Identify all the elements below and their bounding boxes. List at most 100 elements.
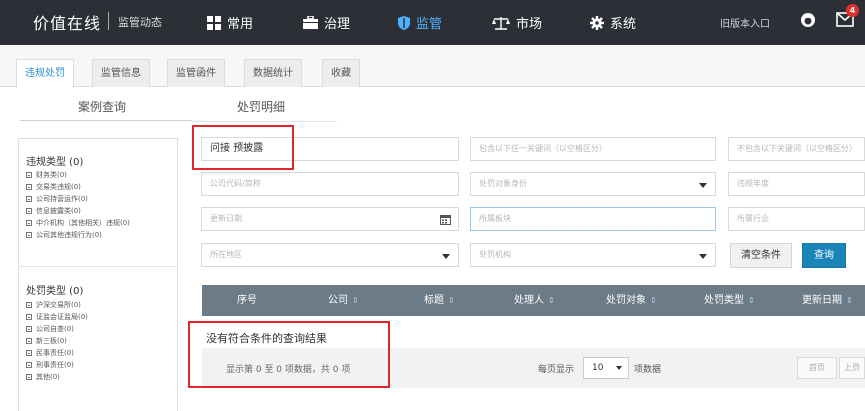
gear-icon: [590, 15, 604, 30]
penalty-object-placeholder: 处罚对象身份: [479, 179, 527, 188]
violation-year-select[interactable]: 违规年度: [728, 172, 865, 196]
expand-icon: [26, 302, 32, 308]
category-item[interactable]: 中介机构（其他相关）违规(0): [26, 218, 130, 228]
chevron-down-icon: [699, 254, 707, 259]
subtab-active-underline: [20, 120, 192, 121]
sort-icon: ⇕: [748, 296, 755, 305]
agency-placeholder: 处罚机构: [479, 250, 511, 259]
scale-icon: [492, 16, 510, 30]
nav-label: 常用: [227, 17, 254, 32]
nav-label: 监管: [416, 17, 443, 32]
tab-statistics[interactable]: 数据统计: [244, 59, 302, 87]
clear-filters-button[interactable]: 清空条件: [730, 243, 792, 268]
category-item[interactable]: 刑事责任(0): [26, 360, 74, 370]
nav-label: 治理: [324, 17, 351, 32]
region-select[interactable]: 所在地区: [201, 243, 459, 267]
category-item[interactable]: 其他(0): [26, 372, 60, 382]
expand-icon: [26, 208, 32, 214]
per-page-select[interactable]: 10: [583, 357, 629, 379]
expand-icon: [26, 220, 32, 226]
include-keywords-input[interactable]: 包含以下任一关键词（以空格区分）: [470, 137, 716, 161]
exclude-keywords-input[interactable]: 不包含以下关键词（以空格区分）: [728, 137, 865, 161]
column-header-title[interactable]: 标题 ⇕: [424, 285, 455, 316]
category-item[interactable]: 公司持营运作(0): [26, 194, 88, 204]
violation-type-title: 违规类型 (0): [26, 157, 84, 168]
nav-label: 市场: [516, 17, 543, 32]
category-item[interactable]: 民事责任(0): [26, 348, 74, 358]
expand-icon: [26, 172, 32, 178]
expand-icon: [26, 184, 32, 190]
nav-item-supervision[interactable]: 监管: [398, 0, 442, 45]
penalty-object-select[interactable]: 处罚对象身份: [470, 172, 716, 196]
update-date-placeholder: 更新日期: [210, 214, 242, 223]
update-date-input[interactable]: 更新日期: [201, 207, 459, 231]
per-page-label: 每页显示: [538, 365, 575, 375]
user-icon[interactable]: [800, 12, 816, 28]
tab-supervision-info[interactable]: 监管信息: [92, 59, 150, 87]
column-header-index[interactable]: 序号: [237, 285, 257, 316]
category-item[interactable]: 信息披露类(0): [26, 206, 81, 216]
module-tabbar: 违规处罚 监管信息 监管函件 数据统计 收藏: [0, 45, 865, 88]
region-placeholder: 所在地区: [210, 250, 242, 259]
old-version-link[interactable]: 旧版本入口: [720, 15, 770, 30]
agency-select[interactable]: 处罚机构: [470, 243, 716, 267]
previous-page-button[interactable]: 上页: [839, 357, 865, 379]
expand-icon: [26, 196, 32, 202]
search-button[interactable]: 查询: [802, 243, 846, 268]
category-panel: 违规类型 (0) 财务类(0) 交易类违规(0) 公司持营运作(0) 信息披露类…: [18, 138, 178, 411]
annotation-box-keyword: [192, 125, 294, 170]
top-navbar: 价值在线 监管动态 常用 治理 监管 市场 系统 旧版本入口 4: [0, 0, 865, 45]
nav-item-common[interactable]: 常用: [207, 0, 253, 45]
category-item[interactable]: 沪深交易所(0): [26, 300, 81, 310]
briefcase-icon: [303, 16, 318, 29]
panel-divider: [19, 266, 177, 267]
per-page-suffix: 项数据: [634, 365, 662, 375]
tab-supervision-letters[interactable]: 监管函件: [167, 59, 225, 87]
brand-subtitle: 监管动态: [118, 16, 162, 29]
nav-item-market[interactable]: 市场: [492, 0, 542, 45]
first-page-button[interactable]: 首页: [797, 357, 837, 379]
category-item[interactable]: 交易类违规(0): [26, 182, 81, 192]
nav-item-governance[interactable]: 治理: [303, 0, 350, 45]
subtab-case-query[interactable]: 案例查询: [78, 98, 126, 115]
annotation-box-empty-result: [188, 321, 390, 388]
expand-icon: [26, 232, 32, 238]
penalty-type-title: 处罚类型 (0): [26, 286, 84, 297]
expand-icon: [26, 374, 32, 380]
tab-violation-penalty[interactable]: 违规处罚: [16, 59, 74, 88]
category-item[interactable]: 新三板(0): [26, 336, 67, 346]
brand-divider: [108, 12, 109, 30]
calendar-icon[interactable]: [440, 214, 451, 225]
nav-label: 系统: [610, 17, 637, 32]
column-header-company[interactable]: 公司 ⇕: [328, 285, 359, 316]
results-table-header: 序号 公司 ⇕ 标题 ⇕ 处理人 ⇕ 处罚对象 ⇕ 处罚类型 ⇕ 更新日期 ⇕: [202, 285, 865, 316]
column-header-handler[interactable]: 处理人 ⇕: [514, 285, 555, 316]
column-header-penalty-object[interactable]: 处罚对象 ⇕: [606, 285, 657, 316]
expand-icon: [26, 314, 32, 320]
expand-icon: [26, 326, 32, 332]
tab-favorites[interactable]: 收藏: [322, 59, 360, 87]
column-header-update-date[interactable]: 更新日期 ⇕: [802, 285, 853, 316]
expand-icon: [26, 338, 32, 344]
category-item[interactable]: 公司其他违规行为(0): [26, 230, 102, 240]
chevron-down-icon: [442, 254, 450, 259]
industry-select[interactable]: 所属行业: [728, 207, 865, 231]
subtab-underline: [192, 121, 337, 122]
chevron-down-icon: [699, 183, 707, 188]
grid-icon: [207, 15, 221, 30]
sort-icon: ⇕: [846, 296, 853, 305]
sort-icon: ⇕: [448, 296, 455, 305]
sort-icon: ⇕: [650, 296, 657, 305]
column-header-penalty-type[interactable]: 处罚类型 ⇕: [704, 285, 755, 316]
category-item[interactable]: 财务类(0): [26, 170, 67, 180]
category-item[interactable]: 证监会证监局(0): [26, 312, 88, 322]
board-select[interactable]: 所属板块: [470, 207, 716, 231]
brand-name[interactable]: 价值在线: [33, 10, 101, 34]
subtab-penalty-details[interactable]: 处罚明细: [237, 98, 285, 115]
per-page-value: 10: [592, 363, 604, 373]
sort-icon: ⇕: [352, 296, 359, 305]
company-code-input[interactable]: 公司代码/简称: [201, 172, 459, 196]
nav-item-system[interactable]: 系统: [590, 0, 636, 45]
category-item[interactable]: 公司自查(0): [26, 324, 74, 334]
shield-icon: [398, 15, 410, 30]
